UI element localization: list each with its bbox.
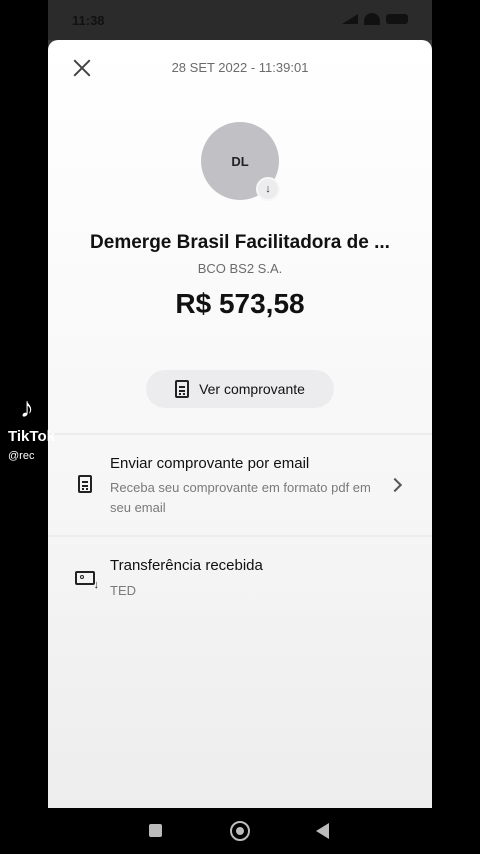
view-receipt-label: Ver comprovante xyxy=(199,381,305,397)
home-icon[interactable] xyxy=(230,821,250,841)
transaction-datetime: 28 SET 2022 - 11:39:01 xyxy=(171,60,309,75)
transaction-amount: R$ 573,58 xyxy=(175,288,305,319)
transaction-detail-sheet: 28 SET 2022 - 11:39:01 DL ↓ Demerge Bras… xyxy=(48,40,432,808)
arrow-down-icon: ↓ xyxy=(256,177,280,201)
avatar-initials: DL xyxy=(231,153,249,169)
chevron-right-icon xyxy=(387,477,403,493)
transfer-received-row: Transferência recebida TED xyxy=(48,537,432,607)
transfer-received-title: Transferência recebida xyxy=(110,557,263,574)
recents-icon[interactable] xyxy=(149,824,162,837)
send-receipt-email-row[interactable]: Enviar comprovante por email Receba seu … xyxy=(48,435,432,535)
money-screen-icon xyxy=(74,567,99,591)
receipt-icon xyxy=(175,380,190,398)
back-icon[interactable] xyxy=(316,823,329,839)
status-time: 11:38 xyxy=(72,13,105,28)
transfer-type: TED xyxy=(110,583,136,598)
payee-name: Demerge Brasil Facilitadora de ... xyxy=(90,232,390,253)
tiktok-logo-icon: ♪ xyxy=(20,392,34,423)
tiktok-brand: TikTok xyxy=(8,428,55,445)
wifi-icon xyxy=(364,13,380,25)
send-receipt-email-title: Enviar comprovante por email xyxy=(110,455,310,472)
status-bar: 11:38 xyxy=(48,0,432,40)
tiktok-handle: @rec xyxy=(8,450,35,462)
signal-icon xyxy=(342,14,358,24)
bank-name: BCO BS2 S.A. xyxy=(197,261,283,276)
send-receipt-email-subtitle: Receba seu comprovante em formato pdf em… xyxy=(110,480,371,515)
navigation-bar xyxy=(0,808,480,854)
receipt-icon xyxy=(74,473,96,495)
view-receipt-button[interactable]: Ver comprovante xyxy=(146,370,334,408)
phone-screen: 11:38 28 SET 2022 - 11:39:01 DL ↓ Demerg… xyxy=(48,0,432,808)
status-icons xyxy=(342,13,408,25)
battery-icon xyxy=(386,14,408,24)
